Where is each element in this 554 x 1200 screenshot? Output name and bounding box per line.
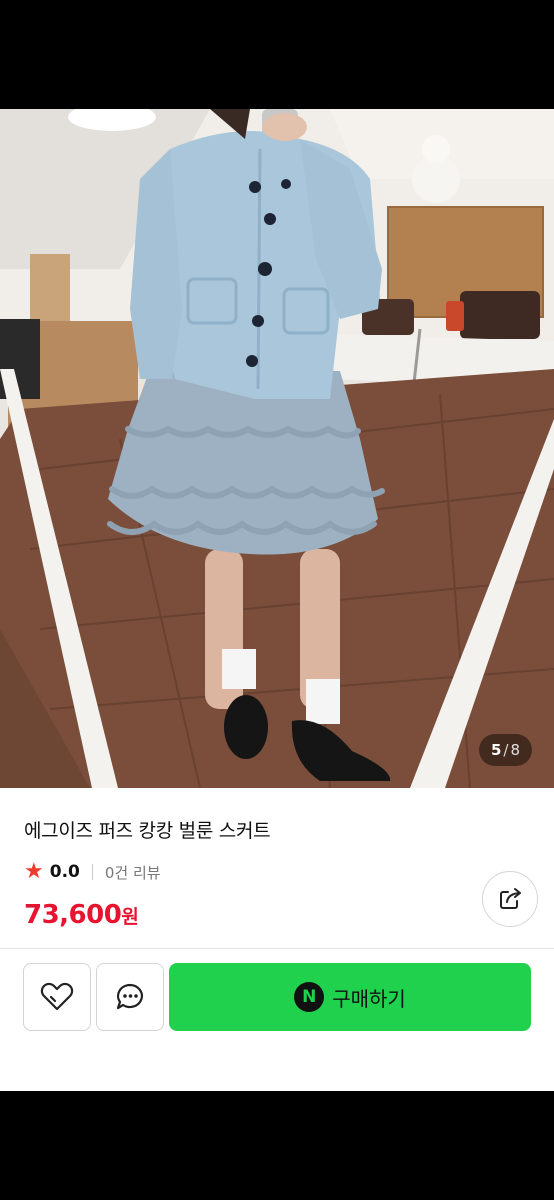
- price-amount: 73,600: [24, 900, 122, 930]
- status-area-top: [0, 0, 554, 109]
- heart-icon: [40, 982, 74, 1011]
- image-counter-total: 8: [510, 741, 520, 759]
- product-title: 에그이즈 퍼즈 캉캉 벌룬 스커트: [24, 820, 271, 842]
- product-image[interactable]: 5/8: [0, 109, 554, 788]
- product-info: 에그이즈 퍼즈 캉캉 벌룬 스커트 ★ 0.0 0건 리뷰 73,600원: [0, 788, 554, 948]
- chat-button[interactable]: [96, 963, 164, 1031]
- rating-divider: [91, 864, 93, 880]
- rating-row: ★ 0.0 0건 리뷰: [24, 861, 161, 883]
- like-button[interactable]: [23, 963, 91, 1031]
- buy-button-label: 구매하기: [332, 986, 406, 1011]
- naver-pay-icon: N: [294, 982, 325, 1012]
- price-unit: 원: [121, 906, 139, 928]
- purchase-action-bar: N 구매하기: [0, 948, 554, 1092]
- product-photo-illustration: [0, 109, 554, 788]
- product-price: 73,600원: [24, 900, 139, 930]
- status-area-bottom: [0, 1091, 554, 1200]
- share-button[interactable]: [482, 871, 538, 927]
- buy-button[interactable]: N 구매하기: [169, 963, 531, 1031]
- share-icon: [500, 888, 521, 909]
- image-counter-current: 5: [490, 741, 502, 759]
- star-icon: ★: [24, 859, 44, 884]
- review-count[interactable]: 0건 리뷰: [105, 862, 161, 883]
- chat-icon: [116, 983, 143, 1010]
- rating-score: 0.0: [49, 862, 80, 882]
- image-counter-separator: /: [503, 741, 509, 759]
- image-counter: 5/8: [478, 734, 532, 766]
